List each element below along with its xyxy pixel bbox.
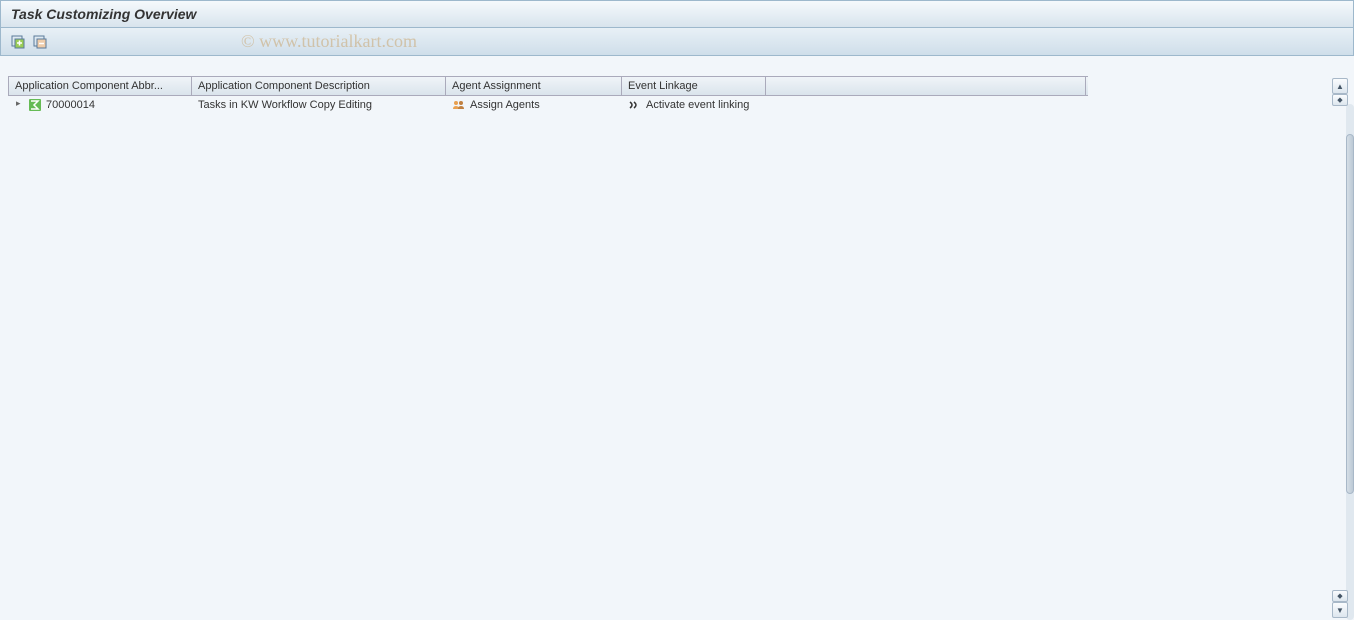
task-table: Application Component Abbr... Applicatio… [8, 76, 1088, 114]
table-row[interactable]: 70000014 Tasks in KW Workflow Copy Editi… [8, 96, 1088, 114]
inner-scrollbar[interactable] [1346, 104, 1354, 620]
scroll-up-button[interactable]: ▲ [1332, 78, 1348, 94]
scrollbar-thumb[interactable] [1346, 134, 1354, 494]
content-area: Application Component Abbr... Applicatio… [0, 56, 1354, 620]
column-header-agent[interactable]: Agent Assignment [446, 77, 622, 95]
column-header-event[interactable]: Event Linkage [622, 77, 766, 95]
toolbar: © www.tutorialkart.com [0, 28, 1354, 56]
event-link-icon [628, 98, 642, 112]
title-bar: Task Customizing Overview [0, 0, 1354, 28]
cell-event-text: Activate event linking [646, 99, 749, 111]
cell-desc-text: Tasks in KW Workflow Copy Editing [198, 99, 372, 111]
watermark: © www.tutorialkart.com [241, 31, 417, 52]
cell-agent[interactable]: Assign Agents [446, 97, 622, 113]
column-header-last[interactable] [766, 77, 1086, 95]
expand-all-button[interactable] [9, 33, 27, 51]
column-header-abbr[interactable]: Application Component Abbr... [8, 77, 192, 95]
cell-agent-text: Assign Agents [470, 99, 540, 111]
outer-scroll-top: ▲ ◆ [1332, 78, 1348, 106]
cell-last [766, 104, 1086, 106]
cell-abbr: 70000014 [8, 97, 192, 113]
tree-expand-icon[interactable] [14, 102, 20, 108]
collapse-all-button[interactable] [31, 33, 49, 51]
scroll-marker-bottom-button[interactable]: ◆ [1332, 590, 1348, 602]
scroll-marker-button[interactable]: ◆ [1332, 94, 1348, 106]
scroll-down-button[interactable]: ▼ [1332, 602, 1348, 618]
page-title: Task Customizing Overview [11, 6, 196, 22]
cell-abbr-text: 70000014 [46, 99, 95, 111]
column-header-desc[interactable]: Application Component Description [192, 77, 446, 95]
sigma-icon [28, 98, 42, 112]
outer-scroll-bottom: ◆ ▼ [1332, 590, 1348, 618]
cell-desc: Tasks in KW Workflow Copy Editing [192, 98, 446, 112]
table-header: Application Component Abbr... Applicatio… [8, 76, 1088, 96]
agents-icon [452, 98, 466, 112]
cell-event[interactable]: Activate event linking [622, 97, 766, 113]
